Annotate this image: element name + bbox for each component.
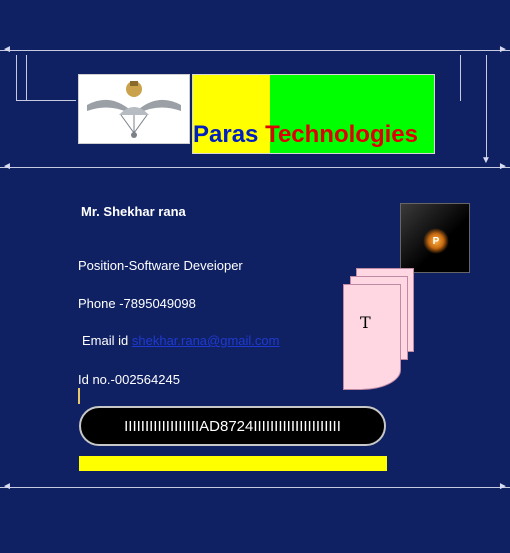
barcode-pill: IIIIIIIIIIIIIIIIIIAD8724IIIIIIIIIIIIIIII…: [79, 406, 386, 446]
company-name: Paras Technologies: [193, 121, 434, 149]
top-guide-line: [0, 50, 510, 51]
left-arrow-icon: ◄: [2, 161, 12, 172]
insignia-icon: [87, 81, 181, 138]
right-bracket-horizontal: [460, 100, 461, 101]
email-label: Email id: [82, 333, 129, 348]
phone-field: Phone -7895049098: [78, 296, 196, 311]
header-bottom-guide-line: [0, 167, 510, 168]
id-number-field: Id no.-002564245: [78, 372, 180, 387]
business-card-page: ◄ ► ◄ ► ◄ ► ▼ Paras Technologies Mr. She…: [0, 0, 510, 553]
right-inner-vertical: [460, 55, 461, 100]
left-arrow-icon: ◄: [2, 44, 12, 55]
stacked-document-front: T: [343, 284, 401, 390]
left-arrow-icon: ◄: [2, 481, 12, 492]
glowing-letter-tile: P: [400, 203, 470, 273]
yellow-footer-bar: [79, 456, 387, 471]
right-arrow-icon: ►: [498, 481, 508, 492]
company-name-first-word: Paras: [193, 121, 259, 148]
down-arrow-icon: ▼: [481, 155, 491, 166]
left-inner-vertical: [26, 55, 27, 100]
tile-letter: P: [432, 235, 440, 247]
person-name: Mr. Shekhar rana: [81, 204, 186, 219]
document-letter: T: [360, 313, 371, 332]
email-field: Email id shekhar.rana@gmail.com: [78, 333, 279, 348]
position-field: Position-Software Deveioper: [78, 258, 243, 273]
left-bracket-vertical: [16, 55, 17, 100]
parachute-insignia-logo: [78, 74, 190, 144]
left-bracket-horizontal: [16, 100, 76, 101]
right-bracket-vertical: [486, 55, 487, 160]
right-arrow-icon: ►: [498, 161, 508, 172]
footer-guide-line: [0, 487, 510, 488]
email-link[interactable]: shekhar.rana@gmail.com: [132, 333, 280, 348]
company-name-second-word: Technologies: [265, 121, 418, 148]
text-cursor: [78, 388, 80, 404]
tile-glow-icon: P: [423, 228, 449, 254]
company-banner: Paras Technologies: [192, 74, 435, 154]
right-arrow-icon: ►: [498, 44, 508, 55]
